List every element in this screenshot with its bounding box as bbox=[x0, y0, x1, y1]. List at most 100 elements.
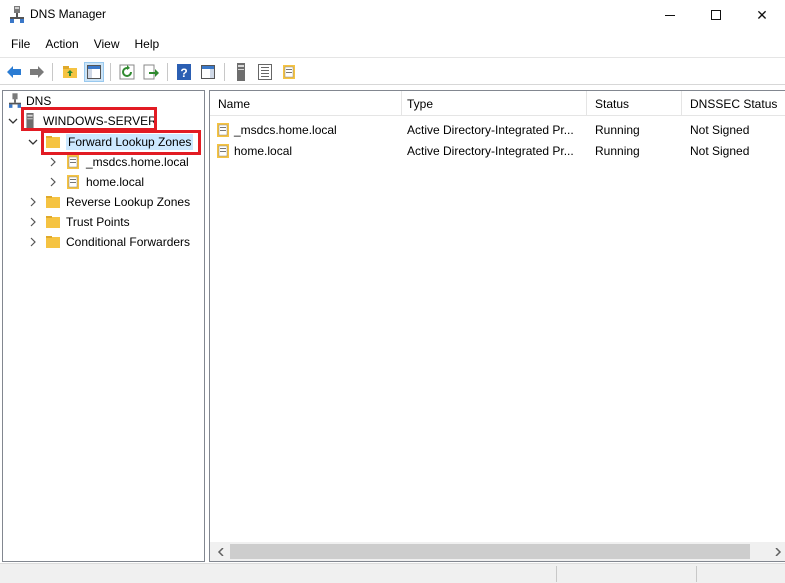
tree-item-label: home.local bbox=[86, 175, 145, 189]
tree-item-trust-points[interactable]: Trust Points bbox=[27, 212, 130, 232]
chevron-right-icon[interactable] bbox=[47, 156, 59, 168]
svg-text:?: ? bbox=[180, 66, 187, 80]
toolbar-separator bbox=[167, 63, 168, 81]
chevron-right-icon[interactable] bbox=[27, 216, 39, 228]
cell-type: Active Directory-Integrated Pr... bbox=[407, 122, 574, 137]
zone-name: home.local bbox=[234, 143, 293, 158]
folder-icon bbox=[46, 216, 60, 228]
scrollbar-thumb[interactable] bbox=[230, 544, 750, 559]
tree-item-conditional-forwarders[interactable]: Conditional Forwarders bbox=[27, 232, 190, 252]
cell-name: home.local bbox=[215, 140, 399, 161]
forward-arrow-icon bbox=[30, 66, 44, 78]
close-icon: ✕ bbox=[756, 6, 768, 23]
zone-action-button[interactable] bbox=[279, 62, 299, 82]
column-header-type[interactable]: Type bbox=[399, 91, 587, 116]
menu-file[interactable]: File bbox=[5, 37, 36, 51]
tree-item-reverse-lookup-zones[interactable]: Reverse Lookup Zones bbox=[27, 192, 190, 212]
zone-name: _msdcs.home.local bbox=[234, 122, 337, 137]
horizontal-scrollbar[interactable] bbox=[210, 542, 785, 561]
column-header-name[interactable]: Name bbox=[210, 91, 402, 116]
folder-icon bbox=[46, 236, 60, 248]
tree-item-forward-lookup-zones[interactable]: Forward Lookup Zones bbox=[27, 132, 194, 152]
menu-view[interactable]: View bbox=[88, 37, 126, 51]
window-title: DNS Manager bbox=[30, 7, 107, 21]
refresh-icon bbox=[119, 64, 135, 80]
chevron-right-icon[interactable] bbox=[27, 196, 39, 208]
zone-icon bbox=[217, 122, 229, 137]
minimize-button[interactable] bbox=[647, 0, 693, 30]
tree-item-label: _msdcs.home.local bbox=[86, 155, 189, 169]
cell-name: _msdcs.home.local bbox=[215, 119, 399, 140]
server-icon bbox=[237, 63, 245, 81]
tree-item-dns[interactable]: DNS bbox=[9, 91, 51, 111]
dns-icon bbox=[9, 93, 21, 108]
maximize-button[interactable] bbox=[693, 0, 739, 30]
column-header-status[interactable]: Status bbox=[587, 91, 682, 116]
help-icon: ? bbox=[177, 64, 191, 80]
scroll-left-arrow-icon bbox=[217, 547, 224, 556]
menu-help[interactable]: Help bbox=[129, 37, 166, 51]
tree-item-label: Reverse Lookup Zones bbox=[66, 195, 191, 209]
tree-item-home-local-zone[interactable]: home.local bbox=[47, 172, 144, 192]
cell-type: Active Directory-Integrated Pr... bbox=[407, 143, 574, 158]
refresh-button[interactable] bbox=[117, 62, 137, 82]
back-arrow-icon bbox=[7, 66, 21, 78]
chevron-down-icon[interactable] bbox=[7, 115, 19, 127]
tree-item-msdcs-zone[interactable]: _msdcs.home.local bbox=[47, 152, 189, 172]
list-row[interactable]: _msdcs.home.local Active Directory-Integ… bbox=[210, 119, 785, 140]
scroll-right-button[interactable] bbox=[769, 542, 785, 561]
up-one-level-button[interactable] bbox=[60, 62, 80, 82]
dns-server-icon bbox=[10, 6, 24, 23]
toolbar-separator bbox=[52, 63, 53, 81]
zone-icon bbox=[67, 155, 79, 169]
zone-icon bbox=[217, 143, 229, 158]
show-hide-action-pane-button[interactable] bbox=[198, 62, 218, 82]
menu-action[interactable]: Action bbox=[39, 37, 84, 51]
list-header: Name Type Status DNSSEC Status bbox=[210, 91, 785, 116]
results-list[interactable]: Name Type Status DNSSEC Status _msdcs.ho… bbox=[209, 90, 785, 562]
cell-status: Running bbox=[595, 143, 640, 158]
tree-item-label: Conditional Forwarders bbox=[66, 235, 191, 249]
status-bar-divider bbox=[556, 566, 557, 582]
toolbar: ? bbox=[0, 57, 785, 85]
toolbar-separator bbox=[110, 63, 111, 81]
server-action-button[interactable] bbox=[231, 62, 251, 82]
back-button[interactable] bbox=[4, 62, 24, 82]
zone-icon bbox=[283, 65, 295, 79]
status-bar bbox=[0, 563, 785, 583]
scroll-right-arrow-icon bbox=[774, 547, 781, 556]
up-folder-icon bbox=[63, 66, 77, 78]
maximize-icon bbox=[711, 10, 721, 20]
close-button[interactable]: ✕ bbox=[739, 0, 785, 30]
list-view-button[interactable] bbox=[255, 62, 275, 82]
tree-item-label: Forward Lookup Zones bbox=[66, 134, 194, 150]
tree-item-label: WINDOWS-SERVER bbox=[43, 114, 157, 128]
chevron-right-icon[interactable] bbox=[27, 236, 39, 248]
zone-icon bbox=[67, 175, 79, 189]
show-hide-console-tree-button[interactable] bbox=[84, 62, 104, 82]
export-list-button[interactable] bbox=[141, 62, 161, 82]
list-icon bbox=[258, 64, 272, 80]
tree-item-server[interactable]: WINDOWS-SERVER bbox=[7, 111, 157, 131]
list-row[interactable]: home.local Active Directory-Integrated P… bbox=[210, 140, 785, 161]
chevron-right-icon[interactable] bbox=[47, 176, 59, 188]
cell-status: Running bbox=[595, 122, 640, 137]
scroll-left-button[interactable] bbox=[212, 542, 229, 561]
toolbar-separator bbox=[224, 63, 225, 81]
chevron-down-icon[interactable] bbox=[27, 136, 39, 148]
cell-dnssec-status: Not Signed bbox=[690, 122, 750, 137]
folder-icon bbox=[46, 136, 60, 148]
status-bar-divider bbox=[696, 566, 697, 582]
console-tree[interactable]: DNS WINDOWS-SERVER Forward Lookup Zones … bbox=[2, 90, 205, 562]
cell-dnssec-status: Not Signed bbox=[690, 143, 750, 158]
show-hide-tree-icon bbox=[87, 65, 101, 79]
properties-pane-icon bbox=[201, 65, 215, 79]
folder-icon bbox=[46, 196, 60, 208]
forward-button[interactable] bbox=[27, 62, 47, 82]
help-button[interactable]: ? bbox=[174, 62, 194, 82]
tree-item-label: DNS bbox=[26, 94, 52, 108]
tree-item-label: Trust Points bbox=[66, 215, 130, 229]
minimize-icon bbox=[665, 14, 675, 16]
column-header-dnssec-status[interactable]: DNSSEC Status bbox=[682, 91, 785, 116]
export-list-icon bbox=[143, 64, 159, 80]
